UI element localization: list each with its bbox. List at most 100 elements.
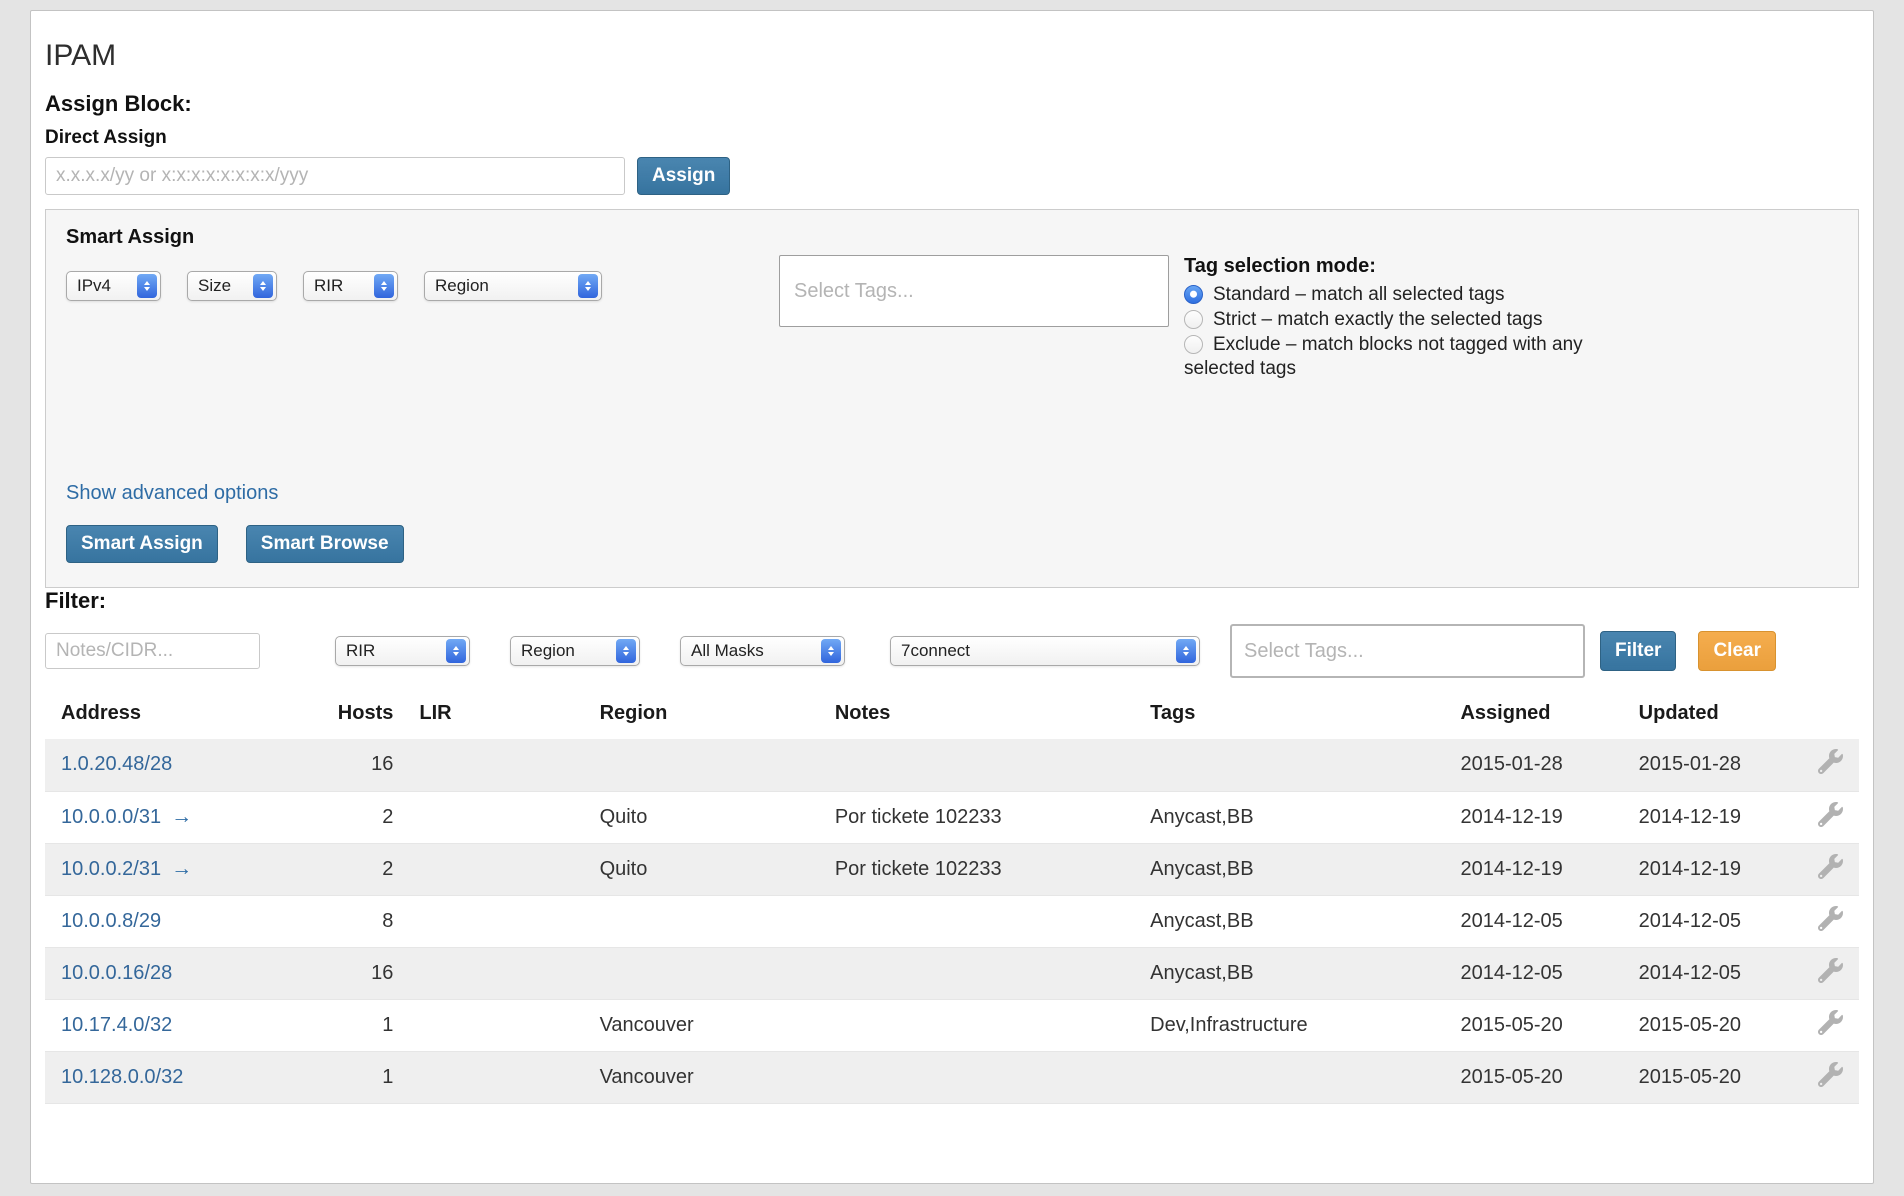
rir-select-value: RIR: [314, 276, 343, 296]
tags-cell: Dev,Infrastructure: [1136, 999, 1446, 1051]
ipam-table-body: 1.0.20.48/28 16 2015-01-28 2015-01-28 10…: [45, 739, 1859, 1103]
tags-cell: Anycast,BB: [1136, 791, 1446, 843]
smart-assign-button[interactable]: Smart Assign: [66, 525, 218, 563]
rir-select[interactable]: RIR: [303, 271, 398, 301]
size-select-value: Size: [198, 276, 231, 296]
smart-select-group: IPv4 Size RIR Region: [66, 271, 602, 301]
tags-cell: Anycast,BB: [1136, 843, 1446, 895]
tag-mode-option-label: Standard – match all selected tags: [1213, 284, 1505, 305]
lir-cell: [405, 1051, 585, 1103]
address-link[interactable]: 10.0.0.2/31: [61, 858, 161, 880]
table-row: 10.0.0.8/29 8 Anycast,BB 2014-12-05 2014…: [45, 895, 1859, 947]
actions-cell: [1790, 947, 1859, 999]
assigned-cell: 2014-12-05: [1446, 947, 1624, 999]
assign-arrow-icon[interactable]: →: [171, 805, 192, 828]
address-link[interactable]: 10.0.0.0/31: [61, 806, 161, 828]
filter-rir-select[interactable]: RIR: [335, 636, 470, 666]
lir-cell: [405, 999, 585, 1051]
wrench-icon[interactable]: [1818, 802, 1843, 827]
notes-cell: [821, 947, 1136, 999]
wrench-icon[interactable]: [1818, 854, 1843, 879]
table-row: 1.0.20.48/28 16 2015-01-28 2015-01-28: [45, 739, 1859, 791]
address-link[interactable]: 10.128.0.0/32: [61, 1066, 183, 1088]
filter-button[interactable]: Filter: [1600, 631, 1676, 671]
assign-arrow-icon[interactable]: →: [171, 857, 192, 880]
address-link[interactable]: 10.0.0.16/28: [61, 962, 172, 984]
wrench-icon[interactable]: [1818, 906, 1843, 931]
smart-browse-button[interactable]: Smart Browse: [246, 525, 404, 563]
updated-cell: 2014-12-19: [1625, 843, 1790, 895]
hosts-cell: 2: [310, 843, 405, 895]
table-row: 10.0.0.0/31→ 2 Quito Por tickete 102233 …: [45, 791, 1859, 843]
updated-cell: 2015-05-20: [1625, 1051, 1790, 1103]
chevron-up-down-icon: [374, 274, 394, 298]
tags-cell: [1136, 1051, 1446, 1103]
notes-cell: [821, 895, 1136, 947]
col-header-updated: Updated: [1625, 702, 1790, 739]
filter-rir-select-value: RIR: [346, 641, 375, 661]
col-header-region: Region: [586, 702, 821, 739]
smart-tags-input[interactable]: [779, 255, 1169, 327]
region-select[interactable]: Region: [424, 271, 602, 301]
col-header-tags: Tags: [1136, 702, 1446, 739]
ip-version-select-value: IPv4: [77, 276, 111, 296]
ipam-card: IPAM Assign Block: Direct Assign Assign …: [30, 10, 1874, 1184]
lir-cell: [405, 947, 585, 999]
hosts-cell: 8: [310, 895, 405, 947]
tags-cell: Anycast,BB: [1136, 947, 1446, 999]
table-row: 10.128.0.0/32 1 Vancouver 2015-05-20 201…: [45, 1051, 1859, 1103]
wrench-icon[interactable]: [1818, 749, 1843, 774]
size-select[interactable]: Size: [187, 271, 277, 301]
filter-tags-input[interactable]: [1230, 624, 1585, 678]
assign-button[interactable]: Assign: [637, 157, 730, 195]
direct-assign-label: Direct Assign: [45, 127, 1859, 149]
tags-cell: [1136, 739, 1446, 791]
col-header-actions: [1790, 702, 1859, 739]
region-cell: Quito: [586, 843, 821, 895]
filter-region-select[interactable]: Region: [510, 636, 640, 666]
filter-masks-select[interactable]: All Masks: [680, 636, 845, 666]
col-header-hosts: Hosts: [310, 702, 405, 739]
region-cell: [586, 739, 821, 791]
actions-cell: [1790, 999, 1859, 1051]
lir-cell: [405, 739, 585, 791]
radio-icon: [1184, 335, 1203, 354]
notes-cell: Por tickete 102233: [821, 791, 1136, 843]
ipam-table: Address Hosts LIR Region Notes Tags Assi…: [45, 702, 1859, 1104]
filter-resource-select[interactable]: 7connect: [890, 636, 1200, 666]
ip-version-select[interactable]: IPv4: [66, 271, 161, 301]
assigned-cell: 2015-01-28: [1446, 739, 1624, 791]
region-cell: [586, 895, 821, 947]
smart-assign-controls: IPv4 Size RIR Region Tag selecti: [66, 255, 1838, 382]
actions-cell: [1790, 739, 1859, 791]
chevron-up-down-icon: [821, 639, 841, 663]
tag-mode-option[interactable]: Standard – match all selected tags: [1184, 283, 1704, 307]
radio-icon: [1184, 310, 1203, 329]
tag-selection-mode: Tag selection mode: Standard – match all…: [1184, 255, 1704, 382]
wrench-icon[interactable]: [1818, 958, 1843, 983]
notes-cell: Por tickete 102233: [821, 843, 1136, 895]
assigned-cell: 2014-12-19: [1446, 843, 1624, 895]
col-header-lir: LIR: [405, 702, 585, 739]
chevron-up-down-icon: [616, 639, 636, 663]
col-header-assigned: Assigned: [1446, 702, 1624, 739]
wrench-icon[interactable]: [1818, 1062, 1843, 1087]
clear-button[interactable]: Clear: [1698, 631, 1776, 671]
assign-block-heading: Assign Block:: [45, 91, 1859, 117]
address-link[interactable]: 10.17.4.0/32: [61, 1014, 172, 1036]
wrench-icon[interactable]: [1818, 1010, 1843, 1035]
direct-assign-input[interactable]: [45, 157, 625, 195]
table-row: 10.17.4.0/32 1 Vancouver Dev,Infrastruct…: [45, 999, 1859, 1051]
address-link[interactable]: 1.0.20.48/28: [61, 753, 172, 775]
tag-mode-option[interactable]: Strict – match exactly the selected tags: [1184, 308, 1704, 332]
region-cell: Vancouver: [586, 999, 821, 1051]
hosts-cell: 16: [310, 739, 405, 791]
show-advanced-options-link[interactable]: Show advanced options: [66, 482, 278, 505]
updated-cell: 2014-12-19: [1625, 791, 1790, 843]
address-link[interactable]: 10.0.0.8/29: [61, 910, 161, 932]
direct-assign-row: Assign: [45, 157, 1859, 195]
chevron-up-down-icon: [446, 639, 466, 663]
notes-cidr-input[interactable]: [45, 633, 260, 669]
filter-heading: Filter:: [45, 588, 1859, 614]
tag-mode-option[interactable]: Exclude – match blocks not tagged with a…: [1184, 333, 1614, 381]
